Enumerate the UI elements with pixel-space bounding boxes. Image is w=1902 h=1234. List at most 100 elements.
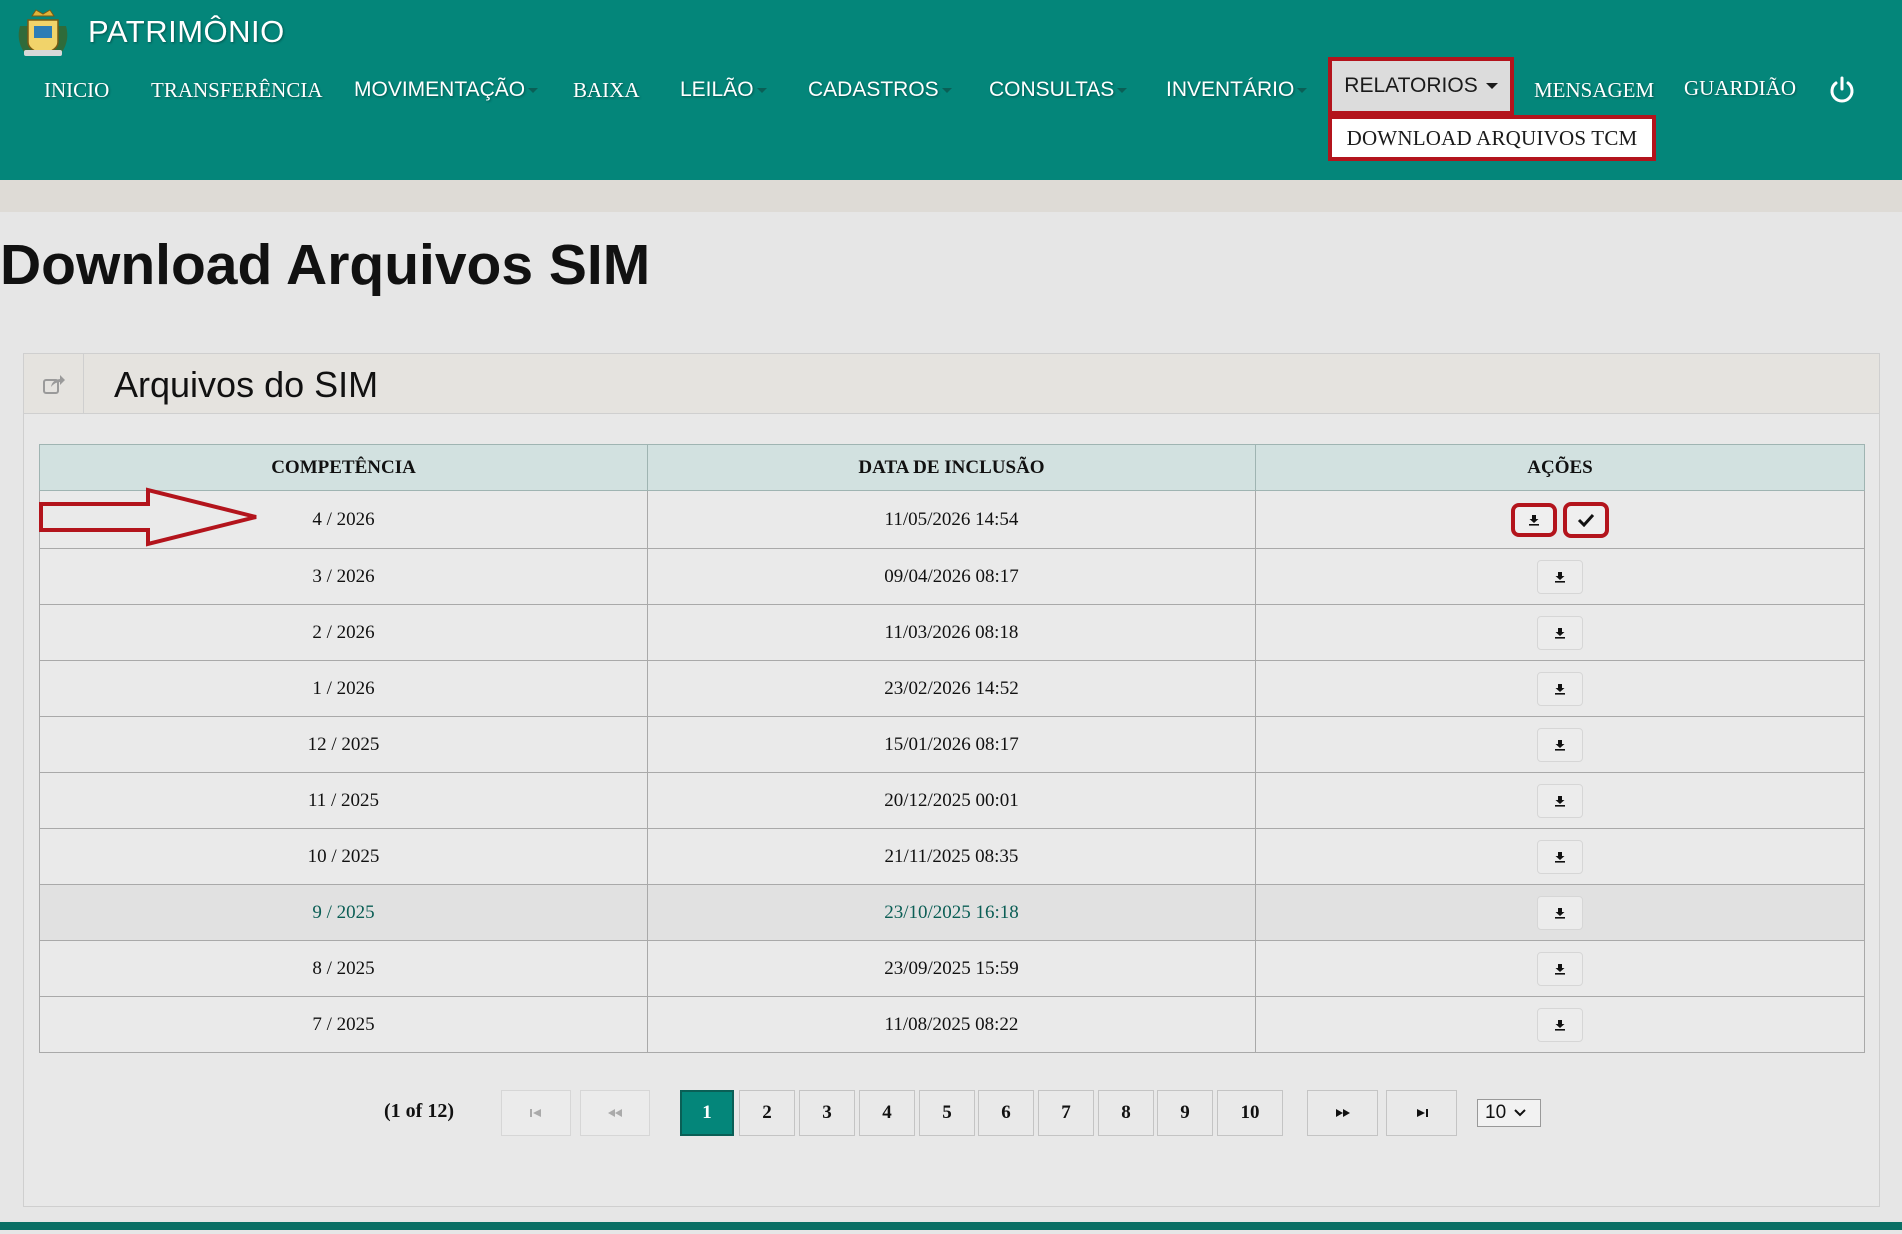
check-icon <box>1577 513 1595 527</box>
rows-per-page-select[interactable]: 10 <box>1477 1099 1541 1127</box>
page-button-5[interactable]: 5 <box>919 1090 975 1136</box>
nav-leilao-label: LEILÃO <box>680 78 754 101</box>
page-button-3[interactable]: 3 <box>799 1090 855 1136</box>
panel-toggle-button[interactable] <box>24 354 84 414</box>
nav-leilao[interactable]: LEILÃO <box>680 72 767 108</box>
page-title: Download Arquivos SIM <box>0 233 651 297</box>
cell-data-inclusao: 09/04/2026 08:17 <box>647 548 1256 605</box>
caret-down-icon <box>756 87 767 93</box>
download-button[interactable] <box>1537 1007 1583 1042</box>
download-button[interactable] <box>1537 615 1583 650</box>
nav-cadastros[interactable]: CADASTROS <box>808 72 952 108</box>
cell-data-inclusao: 11/08/2025 08:22 <box>647 996 1256 1053</box>
nav-baixa[interactable]: BAIXA <box>573 72 640 108</box>
cell-competencia: 9 / 2025 <box>39 884 648 941</box>
confirm-button[interactable] <box>1563 501 1609 538</box>
column-header-data-inclusao[interactable]: DATA DE INCLUSÃO <box>647 444 1256 491</box>
table-row: 8 / 2025 23/09/2025 15:59 <box>39 940 1865 997</box>
page-button-1[interactable]: 1 <box>680 1090 734 1136</box>
table-header-row: COMPETÊNCIA DATA DE INCLUSÃO AÇÕES <box>39 444 1865 491</box>
prev-page-button[interactable] <box>580 1090 650 1136</box>
table-row: 7 / 2025 11/08/2025 08:22 <box>39 996 1865 1053</box>
page-button-4[interactable]: 4 <box>859 1090 915 1136</box>
caret-down-icon <box>1297 87 1308 93</box>
cell-data-inclusao: 11/05/2026 14:54 <box>647 490 1256 549</box>
cell-data-inclusao: 15/01/2026 08:17 <box>647 716 1256 773</box>
nav-inventario[interactable]: INVENTÁRIO <box>1166 72 1308 108</box>
cell-acoes <box>1255 940 1865 997</box>
nav-inicio[interactable]: INICIO <box>44 72 109 108</box>
cell-acoes <box>1255 996 1865 1053</box>
download-button[interactable] <box>1537 895 1583 930</box>
sub-bar <box>0 180 1902 212</box>
last-page-icon <box>1416 1109 1428 1117</box>
download-icon <box>1555 795 1565 807</box>
cell-competencia: 11 / 2025 <box>39 772 648 829</box>
brand[interactable]: PATRIMÔNIO <box>14 4 285 60</box>
power-icon[interactable] <box>1828 76 1856 104</box>
share-icon <box>42 375 65 394</box>
nav-consultas[interactable]: CONSULTAS <box>989 72 1128 108</box>
download-icon <box>1555 571 1565 583</box>
cell-competencia: 8 / 2025 <box>39 940 648 997</box>
download-icon <box>1529 514 1539 526</box>
cell-data-inclusao: 21/11/2025 08:35 <box>647 828 1256 885</box>
table-row: 11 / 2025 20/12/2025 00:01 <box>39 772 1865 829</box>
pagination-info: (1 of 12) <box>384 1100 454 1122</box>
prev-page-icon <box>608 1109 622 1117</box>
table-row: 9 / 2025 23/10/2025 16:18 <box>39 884 1865 941</box>
cell-acoes <box>1255 660 1865 717</box>
page-button-9[interactable]: 9 <box>1157 1090 1213 1136</box>
nav-inventario-label: INVENTÁRIO <box>1166 78 1295 101</box>
caret-down-icon <box>941 87 952 93</box>
download-button[interactable] <box>1537 839 1583 874</box>
nav-movimentacao[interactable]: MOVIMENTAÇÃO <box>354 72 539 108</box>
cell-acoes <box>1255 716 1865 773</box>
download-button[interactable] <box>1511 502 1557 537</box>
red-arrow <box>39 487 257 547</box>
download-icon <box>1555 739 1565 751</box>
first-page-button[interactable] <box>501 1090 571 1136</box>
next-page-button[interactable] <box>1307 1090 1378 1136</box>
download-button[interactable] <box>1537 783 1583 818</box>
cell-acoes <box>1255 828 1865 885</box>
download-button[interactable] <box>1537 671 1583 706</box>
cell-acoes <box>1255 884 1865 941</box>
download-button[interactable] <box>1537 559 1583 594</box>
cell-data-inclusao: 23/10/2025 16:18 <box>647 884 1256 941</box>
next-page-icon <box>1335 1109 1350 1117</box>
download-button[interactable] <box>1537 727 1583 762</box>
download-button[interactable] <box>1537 951 1583 986</box>
caret-down-icon <box>528 87 539 93</box>
nav-movimentacao-label: MOVIMENTAÇÃO <box>354 78 526 101</box>
table-row: 4 / 2026 11/05/2026 14:54 <box>39 490 1865 549</box>
nav-consultas-label: CONSULTAS <box>989 78 1115 101</box>
last-page-button[interactable] <box>1386 1090 1457 1136</box>
cell-competencia: 1 / 2026 <box>39 660 648 717</box>
caret-down-icon <box>1485 83 1498 89</box>
app-title: PATRIMÔNIO <box>88 14 285 49</box>
cell-competencia: 7 / 2025 <box>39 996 648 1053</box>
nav-transferencia[interactable]: TRANSFERÊNCIA <box>151 72 323 108</box>
panel-title: Arquivos do SIM <box>114 364 379 405</box>
top-navbar: PATRIMÔNIO INICIO TRANSFERÊNCIA MOVIMENT… <box>0 0 1902 180</box>
nav-cadastros-label: CADASTROS <box>808 78 939 101</box>
dropdown-download-arquivos-tcm[interactable]: DOWNLOAD ARQUIVOS TCM <box>1328 115 1656 161</box>
download-icon <box>1555 627 1565 639</box>
rows-per-page-value: 10 <box>1485 1102 1507 1123</box>
panel-header: Arquivos do SIM <box>24 354 1879 414</box>
sim-files-table: COMPETÊNCIA DATA DE INCLUSÃO AÇÕES 4 / 2… <box>39 444 1865 1053</box>
download-icon <box>1555 907 1565 919</box>
page-button-6[interactable]: 6 <box>978 1090 1034 1136</box>
page-button-10[interactable]: 10 <box>1217 1090 1283 1136</box>
table-row: 3 / 2026 09/04/2026 08:17 <box>39 548 1865 605</box>
nav-guardiao[interactable]: GUARDIÃO <box>1684 70 1796 106</box>
download-icon <box>1555 683 1565 695</box>
page-button-2[interactable]: 2 <box>739 1090 795 1136</box>
column-header-competencia[interactable]: COMPETÊNCIA <box>39 444 648 491</box>
nav-relatorios[interactable]: RELATORIOS <box>1328 57 1514 115</box>
nav-mensagem[interactable]: MENSAGEM <box>1534 72 1654 108</box>
nav-relatorios-label: RELATORIOS <box>1344 74 1478 97</box>
page-button-7[interactable]: 7 <box>1038 1090 1094 1136</box>
page-button-8[interactable]: 8 <box>1098 1090 1154 1136</box>
